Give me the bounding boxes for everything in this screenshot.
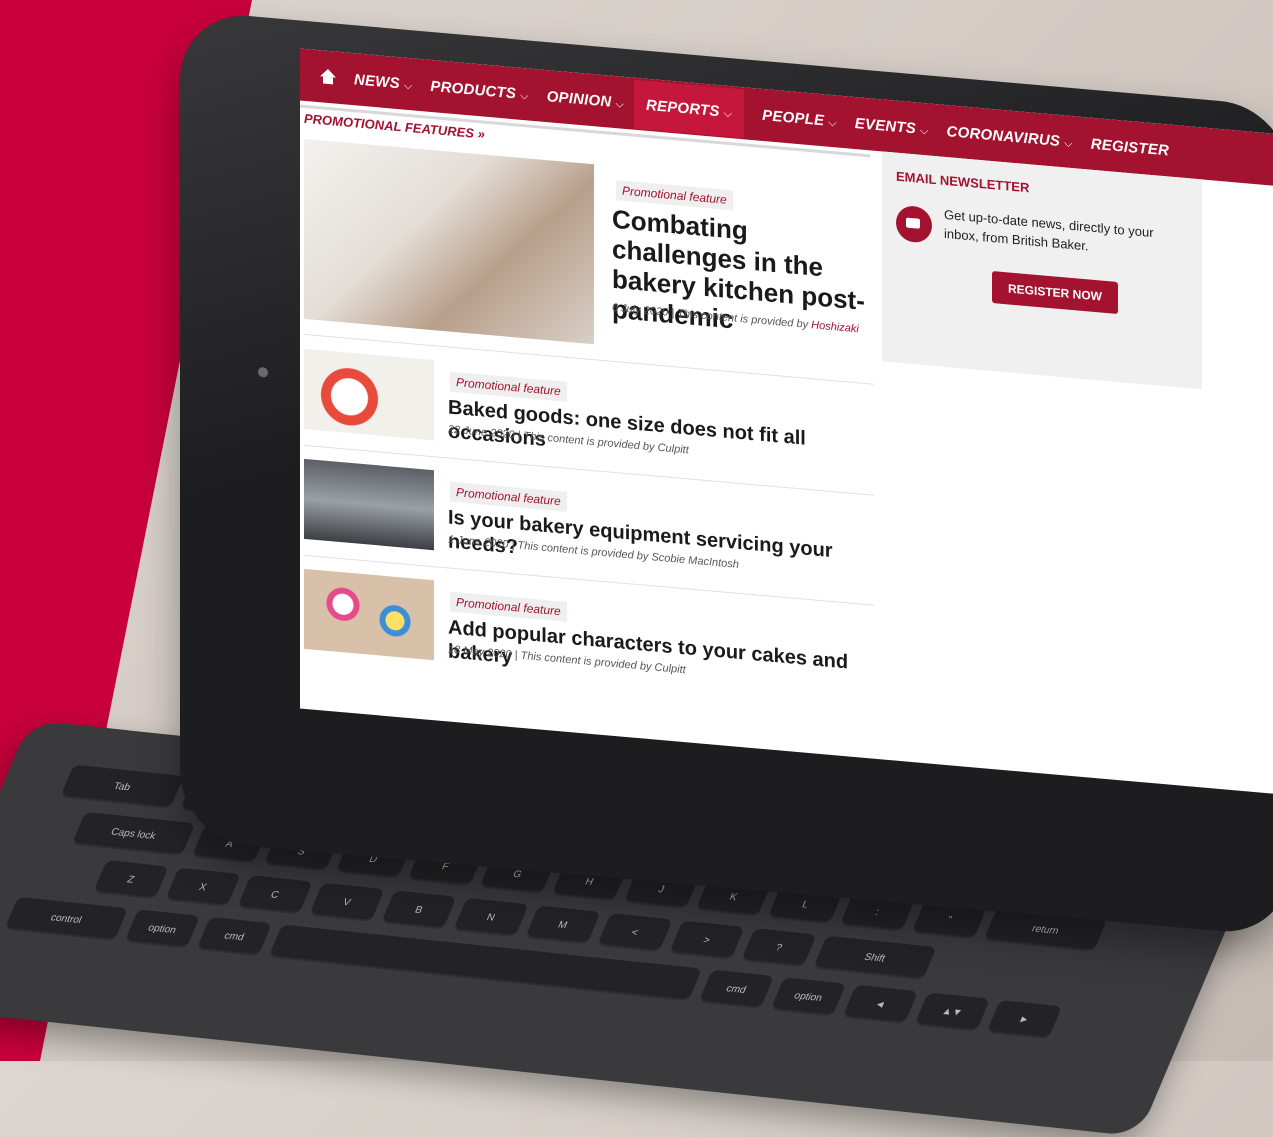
nav-item-reports[interactable]: REPORTS ⌵ [633, 79, 745, 138]
keyboard-key[interactable]: option [124, 909, 201, 949]
keyboard-key[interactable]: M [524, 905, 601, 945]
keyboard-key[interactable]: control [4, 896, 129, 941]
chevron-down-icon: ⌵ [1064, 136, 1073, 150]
chevron-down-icon: ⌵ [520, 89, 529, 103]
keyboard-key[interactable]: C [236, 875, 313, 915]
newsletter-title: EMAIL NEWSLETTER [896, 168, 1030, 196]
chevron-down-icon: ⌵ [920, 124, 929, 137]
nav-item-opinion[interactable]: OPINION ⌵ [547, 88, 624, 112]
browser-screen: NEWS ⌵ PRODUCTS ⌵ OPINION ⌵ REPORTS ⌵ PEOPLE… [300, 48, 1273, 796]
keyboard-key[interactable]: X [164, 867, 241, 907]
keyboard-key[interactable]: Z [92, 860, 169, 900]
feature-image-character-cakes[interactable] [304, 568, 434, 661]
register-now-button[interactable]: REGISTER NOW [992, 271, 1119, 315]
front-camera [258, 366, 268, 378]
keyboard-key[interactable]: Tab [60, 764, 184, 809]
chevron-down-icon: ⌵ [828, 116, 837, 129]
nav-item-events[interactable]: EVENTS ⌵ [855, 115, 929, 138]
keyboard-key[interactable]: ▲▼ [914, 992, 991, 1032]
newsletter-description: Get up-to-date news, directly to your in… [944, 206, 1154, 254]
keyboard-key[interactable]: N [452, 897, 529, 937]
keyboard-key[interactable]: cmd [196, 916, 273, 957]
chevron-down-icon: ⌵ [403, 79, 413, 92]
nav-item-people[interactable]: PEOPLE ⌵ [762, 106, 837, 130]
keyboard-key[interactable]: cmd [698, 969, 775, 1009]
keyboard-key[interactable]: > [668, 920, 745, 960]
chevron-down-icon: ⌵ [615, 97, 624, 111]
newsletter-panel: EMAIL NEWSLETTER Get up-to-date news, di… [882, 151, 1202, 390]
keyboard-key[interactable]: < [596, 913, 673, 953]
nav-item-products[interactable]: PRODUCTS ⌵ [430, 77, 528, 103]
mail-icon [896, 204, 932, 244]
keyboard-key[interactable]: option [770, 977, 847, 1017]
keyboard-key[interactable]: B [380, 890, 457, 930]
ipad-device: NEWS ⌵ PRODUCTS ⌵ OPINION ⌵ REPORTS ⌵ PEOPLE… [180, 10, 1273, 938]
home-icon[interactable] [320, 68, 336, 85]
keyboard-key[interactable]: ► [986, 999, 1063, 1040]
keyboard-key[interactable]: ? [740, 928, 817, 968]
keyboard-key[interactable]: Caps lock [71, 811, 196, 856]
nav-item-news[interactable]: NEWS ⌵ [354, 71, 412, 93]
nav-item-coronavirus[interactable]: CORONAVIRUS ⌵ [947, 123, 1073, 151]
keyboard-key[interactable]: V [308, 882, 385, 922]
nav-item-register[interactable]: REGISTER [1091, 135, 1169, 159]
feature-image-chef[interactable] [304, 138, 594, 345]
keyboard-key[interactable]: ◄ [842, 984, 919, 1024]
chevron-down-icon: ⌵ [723, 107, 733, 120]
keyboard-key[interactable]: Shift [812, 935, 937, 980]
feature-image-cupcakes[interactable] [304, 348, 434, 441]
feature-image-kitchen[interactable] [304, 458, 434, 551]
